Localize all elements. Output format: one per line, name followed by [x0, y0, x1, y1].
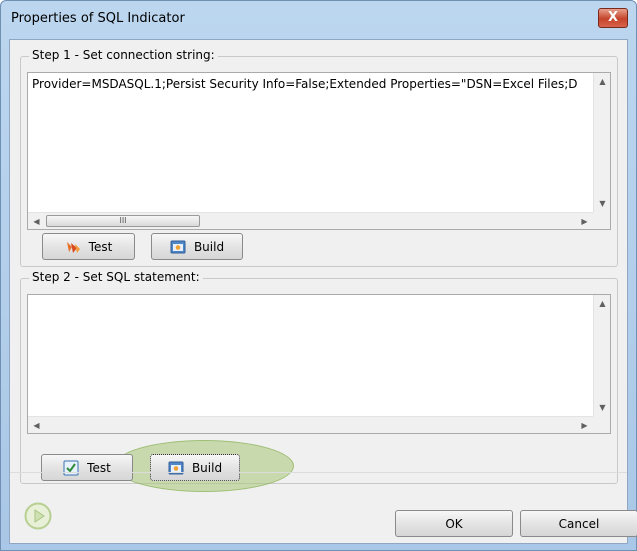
- step1-build-button[interactable]: Build: [151, 233, 243, 260]
- horizontal-scroll-thumb[interactable]: III: [46, 215, 200, 227]
- scroll-right-arrow-icon[interactable]: ▶: [576, 217, 593, 226]
- sql-vertical-scrollbar[interactable]: ▲ ▼: [593, 295, 610, 416]
- dialog-client-area: Step 1 - Set connection string: Provider…: [9, 39, 637, 544]
- step1-test-button[interactable]: Test: [42, 233, 135, 260]
- footer-separator: [10, 472, 627, 473]
- scroll-down-arrow-icon[interactable]: ▼: [594, 403, 610, 412]
- sql-horizontal-scrollbar[interactable]: ◀ ▶: [28, 416, 593, 433]
- scroll-thumb-grip: III: [119, 216, 127, 225]
- scroll-right-arrow-icon[interactable]: ▶: [576, 421, 593, 430]
- scroll-left-arrow-icon[interactable]: ◀: [28, 217, 45, 226]
- step1-build-label: Build: [193, 239, 225, 254]
- window-build-icon: [168, 460, 184, 476]
- cancel-label: Cancel: [558, 516, 600, 531]
- close-icon: X: [607, 10, 619, 25]
- step1-test-label: Test: [88, 239, 113, 254]
- connection-string-textarea[interactable]: Provider=MSDASQL.1;Persist Security Info…: [27, 72, 611, 230]
- cancel-button[interactable]: Cancel: [520, 510, 637, 537]
- sql-statement-textarea[interactable]: ▲ ▼ ◀ ▶: [27, 294, 611, 434]
- window-build-icon: [170, 239, 186, 255]
- connection-horizontal-scrollbar[interactable]: ◀ III ▶: [28, 212, 593, 229]
- step2-label: Step 2 - Set SQL statement:: [29, 270, 203, 284]
- scroll-corner: [593, 416, 610, 433]
- scroll-up-arrow-icon[interactable]: ▲: [594, 77, 610, 86]
- dialog-window: Properties of SQL Indicator X Step 1 - S…: [0, 0, 637, 551]
- step1-label: Step 1 - Set connection string:: [29, 48, 218, 62]
- play-icon[interactable]: [24, 502, 52, 530]
- scroll-corner: [593, 212, 610, 229]
- checkbox-icon: [63, 460, 79, 476]
- scroll-left-arrow-icon[interactable]: ◀: [28, 421, 45, 430]
- window-title: Properties of SQL Indicator: [11, 11, 185, 26]
- flame-icon: [65, 239, 81, 255]
- ok-button[interactable]: OK: [395, 510, 513, 537]
- step2-build-button[interactable]: Build: [150, 454, 240, 481]
- scroll-down-arrow-icon[interactable]: ▼: [594, 199, 610, 208]
- title-bar[interactable]: Properties of SQL Indicator X: [1, 1, 636, 39]
- step2-test-button[interactable]: Test: [41, 454, 133, 481]
- step1-group: Step 1 - Set connection string: Provider…: [20, 48, 618, 267]
- ok-label: OK: [445, 516, 463, 531]
- connection-string-value: Provider=MSDASQL.1;Persist Security Info…: [32, 77, 578, 91]
- scroll-up-arrow-icon[interactable]: ▲: [594, 299, 610, 308]
- connection-vertical-scrollbar[interactable]: ▲ ▼: [593, 73, 610, 212]
- close-button[interactable]: X: [598, 8, 628, 28]
